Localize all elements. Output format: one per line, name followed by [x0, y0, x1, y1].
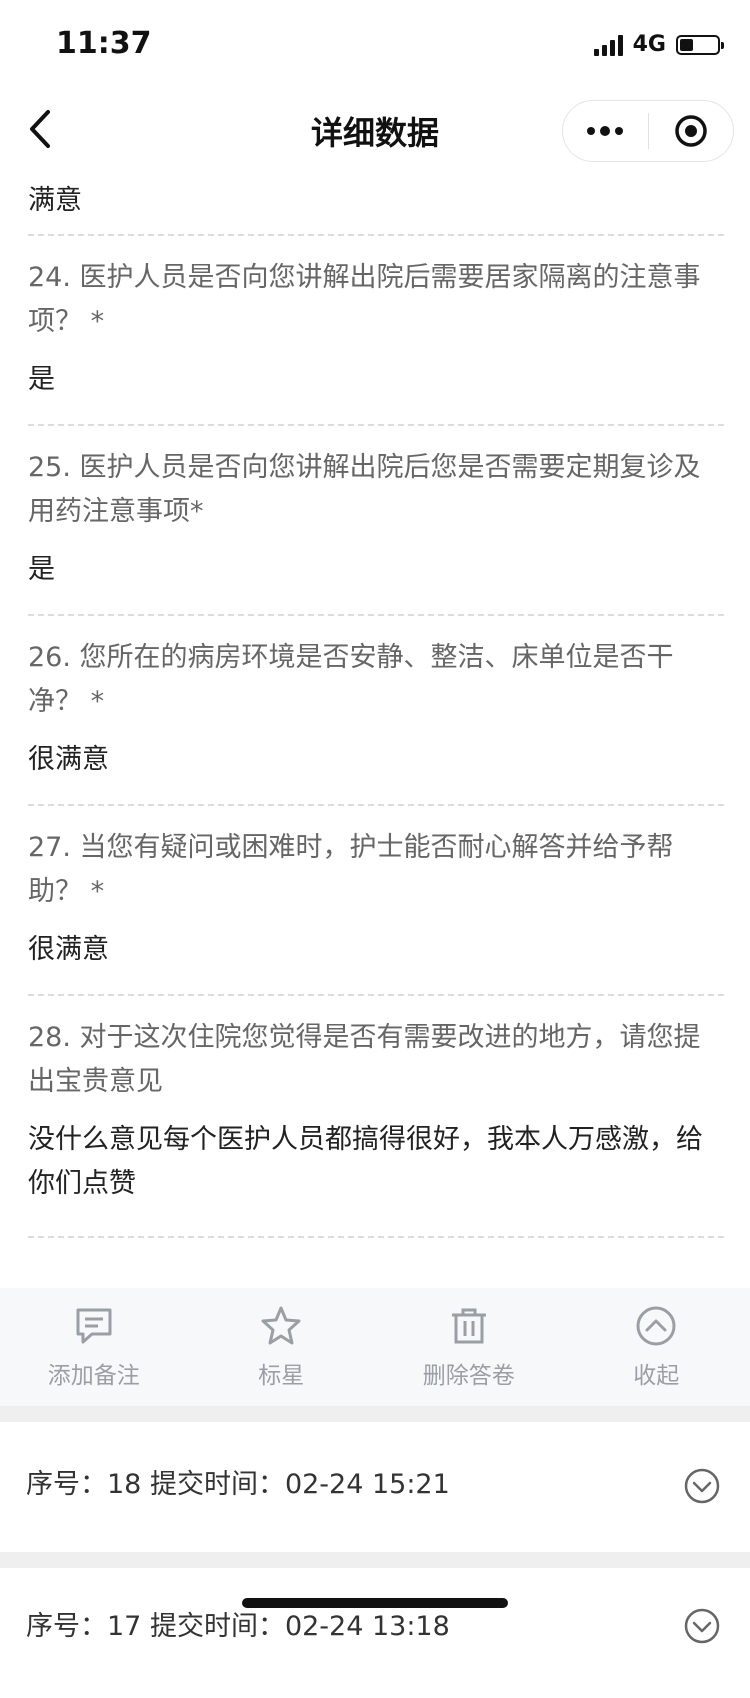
- status-indicators: 4G: [594, 32, 720, 57]
- signal-icon: [594, 34, 623, 56]
- record-row-18[interactable]: 序号：18 提交时间：02-24 15:21: [0, 1422, 750, 1552]
- question-text: 24. 医护人员是否向您讲解出院后需要居家隔离的注意事项？ *: [28, 256, 724, 344]
- record-summary: 序号：18 提交时间：02-24 15:21: [26, 1462, 450, 1501]
- home-indicator[interactable]: [242, 1598, 508, 1608]
- expand-down-icon[interactable]: [684, 1468, 720, 1504]
- question-item: 24. 医护人员是否向您讲解出院后需要居家隔离的注意事项？ * 是: [28, 236, 724, 426]
- collapse-button[interactable]: 收起: [563, 1288, 750, 1406]
- comment-icon: [72, 1304, 116, 1348]
- section-gap: [0, 1406, 750, 1422]
- previous-answer: 满意: [28, 170, 724, 236]
- question-item: 26. 您所在的病房环境是否安静、整洁、床单位是否干净？ * 很满意: [28, 616, 724, 806]
- answer-text: 很满意: [28, 928, 724, 972]
- network-type: 4G: [633, 32, 666, 57]
- add-note-label: 添加备注: [48, 1356, 140, 1390]
- status-bar: 11:37 4G: [0, 0, 750, 90]
- nav-bar: 详细数据: [0, 90, 750, 170]
- add-note-button[interactable]: 添加备注: [0, 1288, 188, 1406]
- answer-list: 满意 24. 医护人员是否向您讲解出院后需要居家隔离的注意事项？ * 是 25.…: [28, 170, 724, 1238]
- question-text: 27. 当您有疑问或困难时，护士能否耐心解答并给予帮助？ *: [28, 826, 724, 914]
- battery-level: [680, 39, 693, 51]
- answer-text: 没什么意见每个医护人员都搞得很好，我本人万感激，给你们点赞: [28, 1118, 724, 1206]
- battery-icon: [676, 35, 720, 55]
- collapse-up-icon: [634, 1304, 678, 1348]
- answer-text: 是: [28, 548, 724, 592]
- delete-answer-label: 删除答卷: [423, 1356, 515, 1390]
- target-close-icon[interactable]: [649, 101, 734, 161]
- mini-program-capsule: [562, 100, 734, 162]
- more-dots-icon[interactable]: [563, 101, 648, 161]
- star-icon: [259, 1304, 303, 1348]
- question-item: 25. 医护人员是否向您讲解出院后您是否需要定期复诊及用药注意事项* 是: [28, 426, 724, 616]
- section-gap: [0, 1552, 750, 1568]
- question-text: 28. 对于这次住院您觉得是否有需要改进的地方，请您提出宝贵意见: [28, 1016, 724, 1104]
- answer-action-bar: 添加备注 标星 删除答卷 收起: [0, 1288, 750, 1406]
- answer-text: 是: [28, 358, 724, 402]
- record-row-17[interactable]: 序号：17 提交时间：02-24 13:18: [0, 1568, 750, 1698]
- question-text: 25. 医护人员是否向您讲解出院后您是否需要定期复诊及用药注意事项*: [28, 446, 724, 534]
- status-time: 11:37: [56, 26, 152, 61]
- trash-icon: [447, 1304, 491, 1348]
- collapse-label: 收起: [633, 1356, 679, 1390]
- star-button[interactable]: 标星: [188, 1288, 376, 1406]
- answer-text: 很满意: [28, 738, 724, 782]
- question-item: 27. 当您有疑问或困难时，护士能否耐心解答并给予帮助？ * 很满意: [28, 806, 724, 996]
- delete-answer-button[interactable]: 删除答卷: [375, 1288, 563, 1406]
- star-label: 标星: [258, 1356, 304, 1390]
- question-text: 26. 您所在的病房环境是否安静、整洁、床单位是否干净？ *: [28, 636, 724, 724]
- question-item: 28. 对于这次住院您觉得是否有需要改进的地方，请您提出宝贵意见 没什么意见每个…: [28, 996, 724, 1238]
- expand-down-icon[interactable]: [684, 1608, 720, 1644]
